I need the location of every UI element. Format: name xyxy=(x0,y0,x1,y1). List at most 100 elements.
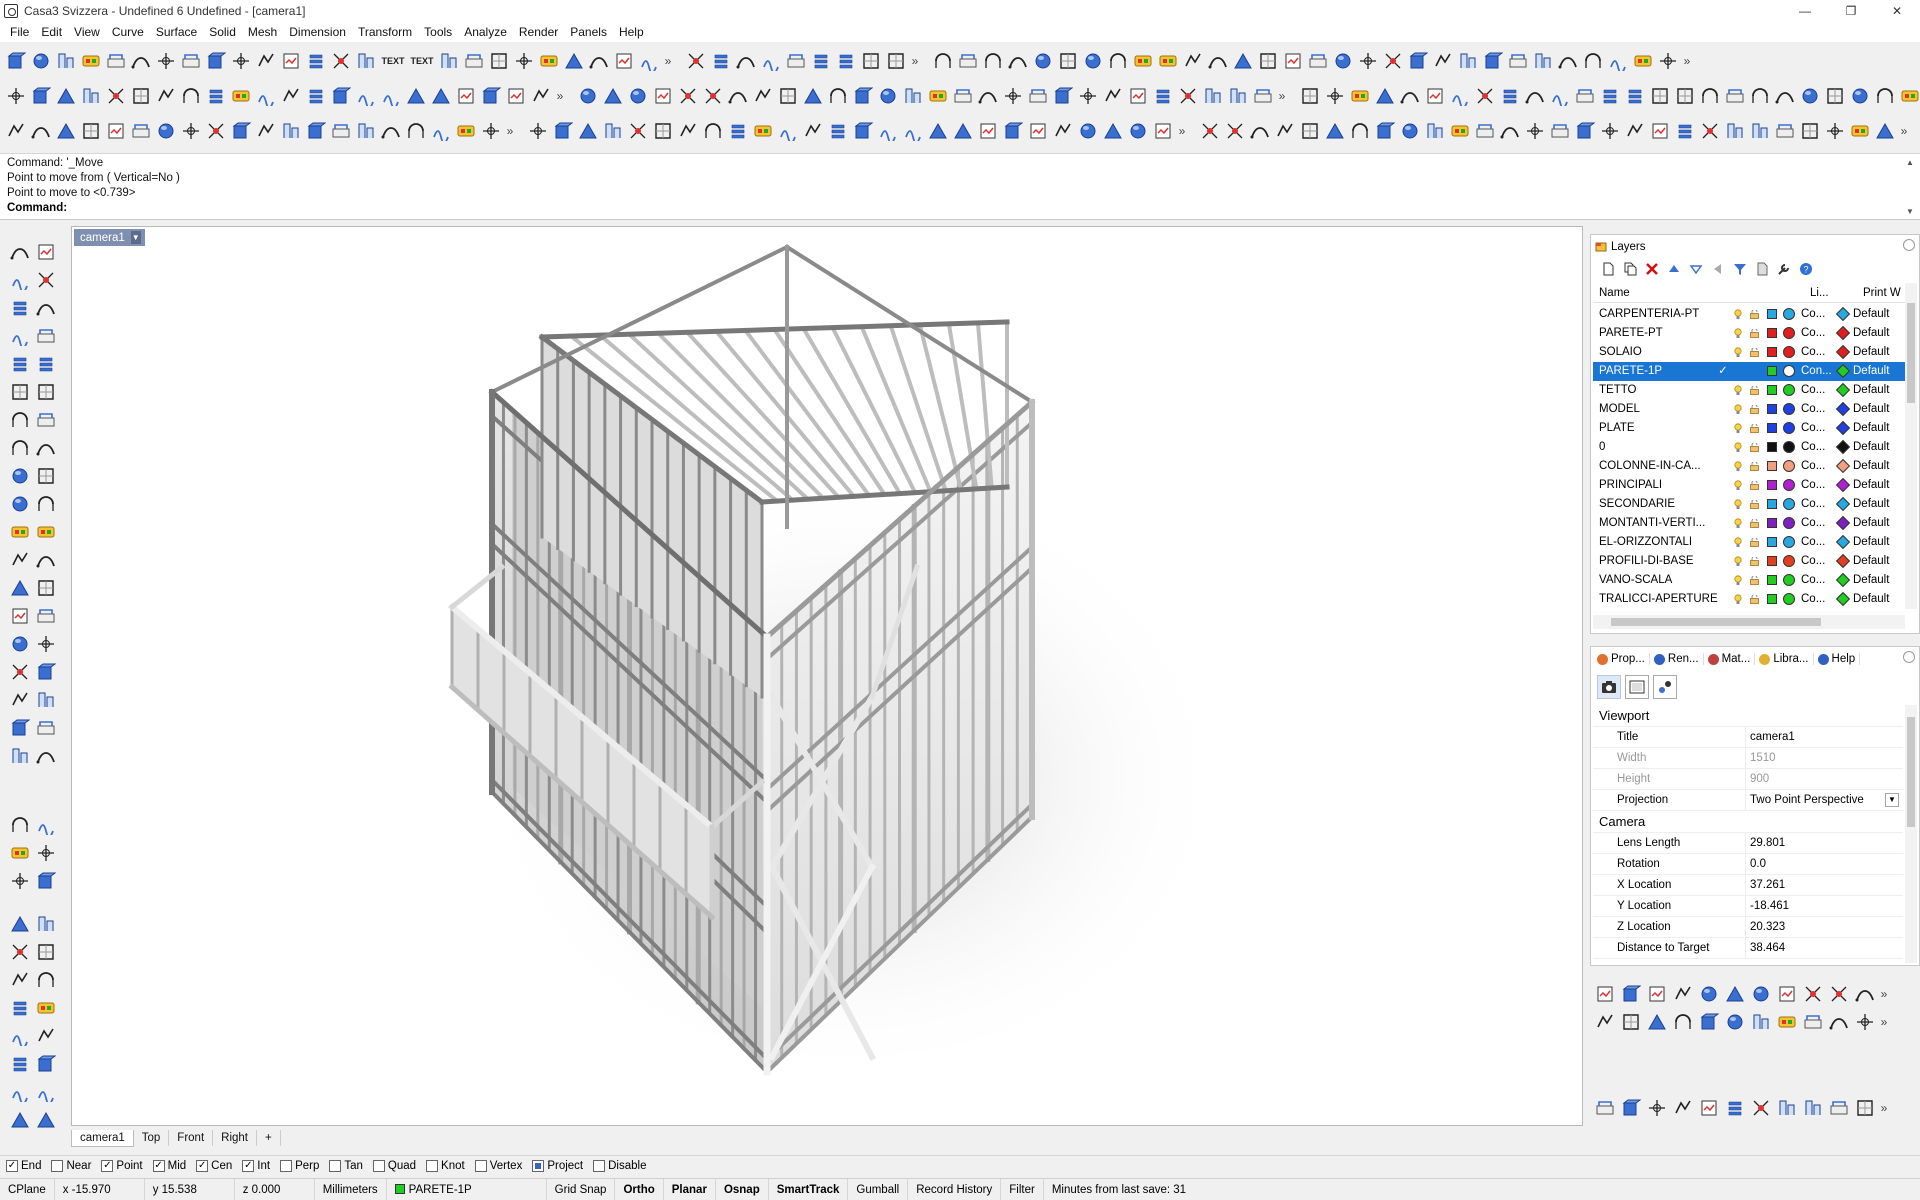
layer-material-icon[interactable] xyxy=(1783,555,1795,567)
toolbar-tool-icon[interactable] xyxy=(1198,119,1222,143)
palette-tool-icon[interactable] xyxy=(1800,1009,1826,1035)
palette-tool-icon[interactable] xyxy=(1696,981,1722,1007)
toolbar-tool-icon[interactable] xyxy=(1373,84,1397,108)
toolbar-tool-icon[interactable] xyxy=(512,49,536,73)
left-tool-icon[interactable] xyxy=(34,492,58,516)
layer-color-swatch[interactable] xyxy=(1767,328,1777,338)
layer-name[interactable]: EL-ORIZZONTALI xyxy=(1599,533,1731,552)
toolbar-tool-icon[interactable] xyxy=(1798,119,1822,143)
property-value[interactable]: 0.0 xyxy=(1745,854,1895,875)
layer-row[interactable]: EL-ORIZZONTALI Co... Default xyxy=(1593,533,1905,552)
toolbar-tool-icon[interactable] xyxy=(304,84,328,108)
toolbar-tool-icon[interactable] xyxy=(676,119,700,143)
layer-row[interactable]: VANO-SCALA Co... Default xyxy=(1593,571,1905,590)
layer-linetype[interactable]: Co... xyxy=(1801,457,1835,476)
layer-color-swatch[interactable] xyxy=(1767,347,1777,357)
cplane-indicator[interactable]: CPlane xyxy=(0,1178,55,1200)
layer-visibility-bulb-icon[interactable] xyxy=(1734,537,1742,548)
layers-vertical-scrollbar[interactable] xyxy=(1905,283,1917,609)
toolbar-tool-icon[interactable] xyxy=(304,119,328,143)
toolbar-tool-icon[interactable] xyxy=(1623,119,1647,143)
toolbar-tool-icon[interactable] xyxy=(79,84,103,108)
left-tool-icon[interactable] xyxy=(8,996,32,1020)
toolbar-tool-icon[interactable] xyxy=(1206,49,1230,73)
palette-tool-icon[interactable] xyxy=(1696,1009,1722,1035)
toolbar-tool-icon[interactable] xyxy=(254,49,278,73)
toolbar-tool-icon[interactable] xyxy=(826,119,850,143)
camera-page-icon[interactable] xyxy=(1597,675,1621,699)
toolbar-tool-icon[interactable] xyxy=(759,49,783,73)
toolbar-tool-icon[interactable] xyxy=(529,84,553,108)
layer-color-swatch[interactable] xyxy=(1767,366,1777,376)
left-tool-icon[interactable] xyxy=(8,1024,32,1048)
toolbar-tool-icon[interactable] xyxy=(1181,49,1205,73)
left-tool-icon[interactable] xyxy=(8,813,32,837)
toolbar-tool-icon[interactable] xyxy=(1573,84,1597,108)
toolbar-tool-icon[interactable] xyxy=(54,119,78,143)
toolbar-tool-icon[interactable] xyxy=(1748,119,1772,143)
toolbar-tool-icon[interactable] xyxy=(1076,84,1100,108)
left-tool-icon[interactable] xyxy=(8,912,32,936)
toolbar-tool-icon[interactable] xyxy=(1298,119,1322,143)
toolbar-tool-icon[interactable] xyxy=(1051,84,1075,108)
toolbar-overflow-icon[interactable]: » xyxy=(1878,1015,1890,1029)
left-tool-icon[interactable] xyxy=(34,940,58,964)
layer-lock-icon[interactable] xyxy=(1750,519,1759,528)
toolbar-tool-icon[interactable] xyxy=(254,119,278,143)
toolbar-tool-icon[interactable] xyxy=(404,84,428,108)
layer-color-swatch[interactable] xyxy=(1767,461,1777,471)
layer-material-icon[interactable] xyxy=(1783,384,1795,396)
layer-row[interactable]: SECONDARIE Co... Default xyxy=(1593,495,1905,514)
layer-linetype[interactable]: Co... xyxy=(1801,400,1835,419)
filter-icon[interactable] xyxy=(1729,259,1751,279)
layer-print-width[interactable]: Default xyxy=(1853,362,1889,381)
new-sublayer-icon[interactable] xyxy=(1619,259,1641,279)
toolbar-tool-icon[interactable] xyxy=(479,119,503,143)
palette-tool-icon[interactable] xyxy=(1670,1009,1696,1035)
toolbar-tool-icon[interactable] xyxy=(1748,84,1772,108)
tab-libra[interactable]: Libra... xyxy=(1755,653,1814,665)
layer-linetype[interactable]: Co... xyxy=(1801,495,1835,514)
layers-horizontal-scrollbar[interactable] xyxy=(1593,615,1905,629)
toolbar-tool-icon[interactable] xyxy=(1026,119,1050,143)
menu-edit[interactable]: Edit xyxy=(35,25,68,39)
toolbar-tool-icon[interactable] xyxy=(1201,84,1225,108)
layer-name[interactable]: PROFILI-DI-BASE xyxy=(1599,552,1731,571)
left-tool-icon[interactable] xyxy=(8,436,32,460)
layer-color-swatch[interactable] xyxy=(1767,404,1777,414)
layer-print-color-icon[interactable] xyxy=(1835,439,1851,455)
palette-tool-icon[interactable] xyxy=(1618,981,1644,1007)
toolbar-tool-icon[interactable] xyxy=(1031,49,1055,73)
layer-lock-icon[interactable] xyxy=(1750,576,1759,585)
layer-row[interactable]: MONTANTI-VERTI... Co... Default xyxy=(1593,514,1905,533)
left-tool-icon[interactable] xyxy=(8,492,32,516)
toolbar-tool-icon[interactable] xyxy=(801,119,825,143)
left-tool-icon[interactable] xyxy=(34,520,58,544)
toolbar-tool-icon[interactable] xyxy=(1773,84,1797,108)
layer-material-icon[interactable] xyxy=(1783,365,1795,377)
command-input[interactable] xyxy=(70,201,1890,217)
layer-print-color-icon[interactable] xyxy=(1835,553,1851,569)
layer-row[interactable]: PROFILI-DI-BASE Co... Default xyxy=(1593,552,1905,571)
toolbar-tool-icon[interactable] xyxy=(1101,119,1125,143)
toolbar-tool-icon[interactable] xyxy=(354,119,378,143)
layer-color-swatch[interactable] xyxy=(1767,556,1777,566)
left-tool-icon[interactable] xyxy=(8,869,32,893)
minimize-button[interactable]: — xyxy=(1782,0,1828,22)
toolbar-tool-icon[interactable] xyxy=(1331,49,1355,73)
toolbar-tool-icon[interactable] xyxy=(454,119,478,143)
left-tool-icon[interactable] xyxy=(34,1052,58,1076)
toolbar-tool-icon[interactable] xyxy=(926,84,950,108)
palette-tool-icon[interactable] xyxy=(1696,1095,1722,1121)
toolbar-tool-icon[interactable] xyxy=(4,119,28,143)
properties-vertical-scrollbar[interactable] xyxy=(1905,705,1917,963)
scrollbar-thumb[interactable] xyxy=(1907,717,1915,827)
layer-row[interactable]: TETTO Co... Default xyxy=(1593,381,1905,400)
toolbar-tool-icon[interactable] xyxy=(1723,84,1747,108)
toolbar-tool-icon[interactable] xyxy=(1548,84,1572,108)
layer-color-swatch[interactable] xyxy=(1767,575,1777,585)
layer-name[interactable]: TRALICCI-APERTURE xyxy=(1599,590,1731,607)
layer-visibility-bulb-icon[interactable] xyxy=(1734,328,1742,339)
layer-name[interactable]: MONTANTI-VERTI... xyxy=(1599,514,1731,533)
toolbar-tool-icon[interactable] xyxy=(851,84,875,108)
